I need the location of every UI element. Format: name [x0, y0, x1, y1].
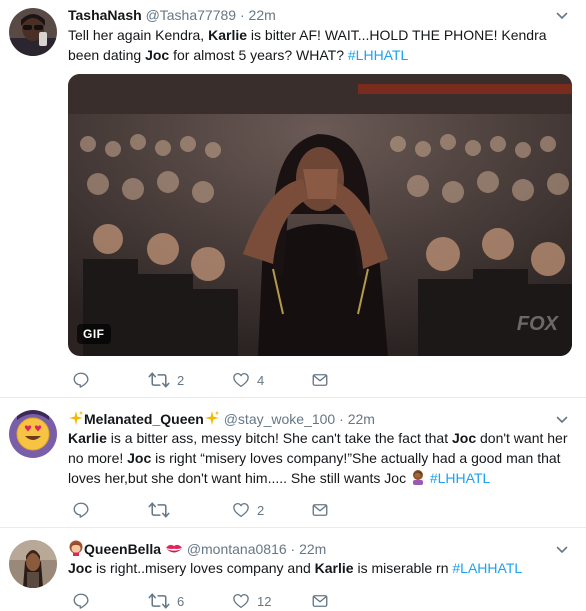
bold-mention: Joc: [68, 560, 93, 576]
reply-button[interactable]: [72, 370, 97, 390]
timestamp[interactable]: 22m: [249, 7, 276, 23]
sparkles-icon: [68, 410, 84, 430]
tweet-header: QueenBella @montana0816 · 22m: [68, 540, 326, 560]
hashtag-link[interactable]: #LHHATL: [348, 47, 408, 63]
gif-media[interactable]: GIF FOX: [68, 74, 572, 356]
reply-icon: [73, 372, 89, 388]
tweet-header: TashaNash @Tasha77789 · 22m: [68, 6, 276, 24]
avatar[interactable]: [9, 8, 57, 56]
tweet-text-segment: is a bitter ass, messy bitch! She can't …: [106, 430, 452, 446]
tweet-3[interactable]: QueenBella @montana0816 · 22m Joc is rig…: [0, 528, 586, 609]
chevron-down-icon[interactable]: [556, 544, 568, 556]
display-name[interactable]: QueenBella: [84, 541, 161, 557]
bold-mention: Karlie: [208, 27, 248, 43]
tweet-text-segment: for almost 5 years? WHAT?: [169, 47, 348, 63]
reply-button[interactable]: [72, 500, 97, 520]
network-watermark: FOX: [516, 313, 558, 335]
direct-message-button[interactable]: [311, 370, 329, 390]
like-count: 4: [257, 372, 265, 388]
like-count: 2: [257, 502, 265, 518]
tweet-actions: 6 12: [68, 591, 368, 611]
tweet-text: Karlie is a bitter ass, messy bitch! She…: [68, 428, 568, 490]
retweet-count: 6: [177, 593, 185, 609]
gif-image: [68, 74, 572, 356]
tweet-header: Melanated_Queen @stay_woke_100 · 22m: [68, 410, 375, 430]
reply-button[interactable]: [72, 591, 97, 611]
chevron-down-icon[interactable]: [556, 10, 568, 22]
like-button[interactable]: 2: [232, 500, 264, 520]
direct-message-button[interactable]: [311, 500, 329, 520]
tweet-actions: 2: [68, 500, 368, 520]
separator: ·: [339, 411, 344, 427]
bold-mention: Joc: [451, 430, 477, 446]
tweet-text: Joc is right..misery loves company and K…: [68, 558, 568, 578]
tweet-2[interactable]: Melanated_Queen @stay_woke_100 · 22m Kar…: [0, 398, 586, 527]
chevron-down-icon[interactable]: [556, 414, 568, 426]
sparkles-icon: [204, 410, 220, 430]
timestamp[interactable]: 22m: [348, 411, 375, 427]
retweet-button[interactable]: [148, 500, 177, 520]
timestamp[interactable]: 22m: [299, 541, 326, 557]
like-button[interactable]: 12: [232, 591, 271, 611]
tweet-text-segment: is right..misery loves company and: [92, 560, 315, 576]
bold-mention: Joc: [127, 450, 152, 466]
woman-curly-hair-icon: [68, 540, 84, 560]
retweet-icon: [148, 372, 170, 388]
tweet-text: Tell her again Kendra, Karlie is bitter …: [68, 25, 568, 65]
retweet-icon: [148, 502, 170, 518]
envelope-icon: [312, 504, 328, 516]
reply-icon: [73, 502, 89, 518]
heart-icon: [233, 502, 249, 518]
avatar[interactable]: [9, 410, 57, 458]
like-count: 12: [257, 593, 272, 609]
bold-mention: Karlie: [314, 560, 354, 576]
tweet-1[interactable]: TashaNash @Tasha77789 · 22m Tell her aga…: [0, 0, 586, 397]
retweet-count: 2: [177, 372, 185, 388]
bold-mention: Karlie: [68, 430, 107, 446]
envelope-icon: [312, 374, 328, 386]
retweet-button[interactable]: 2: [148, 370, 184, 390]
envelope-icon: [312, 595, 328, 607]
reply-icon: [73, 593, 89, 609]
user-handle[interactable]: @Tasha77789: [146, 7, 237, 23]
tweet-actions: 2 4: [68, 370, 368, 390]
retweet-icon: [148, 593, 170, 609]
heart-icon: [233, 372, 249, 388]
direct-message-button[interactable]: [311, 591, 329, 611]
woman-facepalming-icon: [410, 469, 426, 490]
heart-icon: [233, 593, 249, 609]
gif-badge: GIF: [77, 324, 111, 344]
bold-mention: Joc: [145, 47, 170, 63]
display-name[interactable]: Melanated_Queen: [84, 411, 204, 427]
like-button[interactable]: 4: [232, 370, 264, 390]
tweet-text-segment: Tell her again Kendra,: [68, 27, 209, 43]
avatar[interactable]: [9, 540, 57, 588]
hashtag-link[interactable]: #LAHHATL: [452, 560, 522, 576]
hashtag-link[interactable]: #LHHATL: [430, 470, 490, 486]
separator: ·: [290, 541, 296, 557]
user-handle[interactable]: @stay_woke_100: [224, 411, 336, 427]
retweet-button[interactable]: 6: [148, 591, 184, 611]
display-name[interactable]: TashaNash: [68, 7, 142, 23]
user-handle[interactable]: @montana0816: [187, 541, 287, 557]
separator: ·: [239, 7, 245, 23]
tweet-text-segment: is miserable rn: [353, 560, 453, 576]
